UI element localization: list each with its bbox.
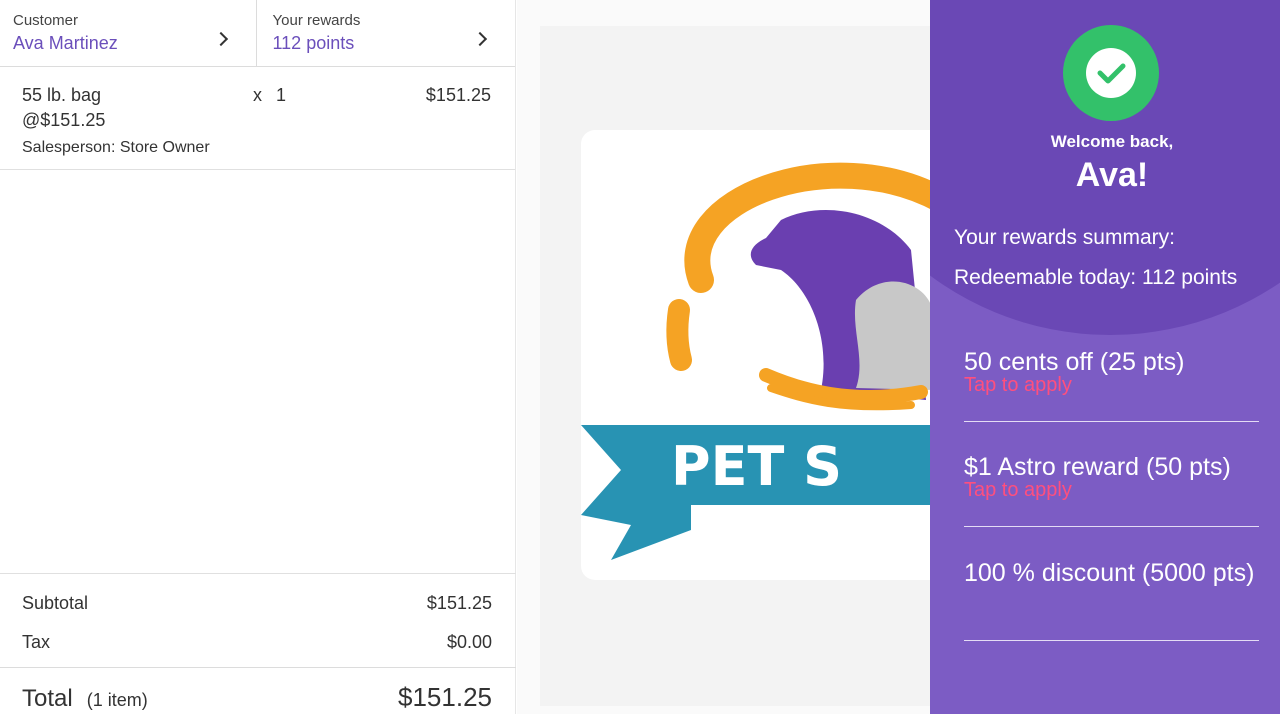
- reward-option[interactable]: 100 % discount (5000 pts): [964, 555, 1259, 641]
- customer-display-area: PET S: [517, 0, 981, 714]
- redeemable-points: Redeemable today: 112 points: [954, 266, 1238, 289]
- customer-selector[interactable]: Customer Ava Martinez: [0, 0, 256, 66]
- item-unit-price: @$151.25: [22, 110, 106, 130]
- reward-option[interactable]: $1 Astro reward (50 pts) Tap to apply: [964, 449, 1259, 527]
- tax-label: Tax: [22, 632, 51, 652]
- customer-name: Ava Martinez: [13, 33, 118, 53]
- rewards-selector[interactable]: Your rewards 112 points: [255, 0, 516, 66]
- quantity-multiplier: x: [253, 85, 262, 105]
- order-pane: Customer Ava Martinez Your rewards 112 p…: [0, 0, 516, 714]
- order-summary: Subtotal $151.25 Tax $0.00 Total (1 item…: [0, 573, 516, 712]
- store-logo: PET S: [581, 130, 981, 580]
- rewards-label: Your rewards: [272, 12, 361, 29]
- cart-line-item[interactable]: 55 lb. bag @$151.25 Salesperson: Store O…: [0, 67, 515, 170]
- customer-first-name: Ava!: [1075, 156, 1149, 194]
- subtotal-row: Subtotal $151.25: [0, 593, 516, 614]
- item-count: (1 item): [86, 690, 148, 710]
- item-quantity: 1: [276, 85, 287, 105]
- total-value: $151.25: [398, 682, 492, 712]
- item-salesperson: Salesperson: Store Owner: [22, 139, 210, 156]
- check-icon: [1086, 48, 1136, 98]
- tax-value: $0.00: [446, 632, 492, 652]
- rewards-points: 112 points: [272, 33, 355, 53]
- success-badge: [1063, 25, 1159, 121]
- subtotal-value: $151.25: [426, 593, 492, 613]
- welcome-text: Welcome back,: [1050, 132, 1174, 151]
- total-row: Total (1 item) $151.25: [0, 667, 516, 712]
- tax-row: Tax $0.00: [0, 632, 516, 667]
- total-label: Total: [22, 685, 73, 712]
- subtotal-label: Subtotal: [22, 593, 89, 613]
- rewards-panel: Welcome back, Ava! Your rewards summary:…: [930, 0, 1280, 714]
- pet-store-logo-image: PET S: [581, 162, 981, 560]
- logo-text: PET S: [671, 435, 842, 498]
- reward-option[interactable]: 50 cents off (25 pts) Tap to apply: [964, 344, 1259, 422]
- reward-title: 100 % discount (5000 pts): [964, 559, 1255, 587]
- order-header: Customer Ava Martinez Your rewards 112 p…: [0, 0, 515, 67]
- customer-label: Customer: [13, 12, 79, 29]
- rewards-summary-title: Your rewards summary:: [954, 226, 1175, 249]
- item-total: $151.25: [425, 85, 491, 105]
